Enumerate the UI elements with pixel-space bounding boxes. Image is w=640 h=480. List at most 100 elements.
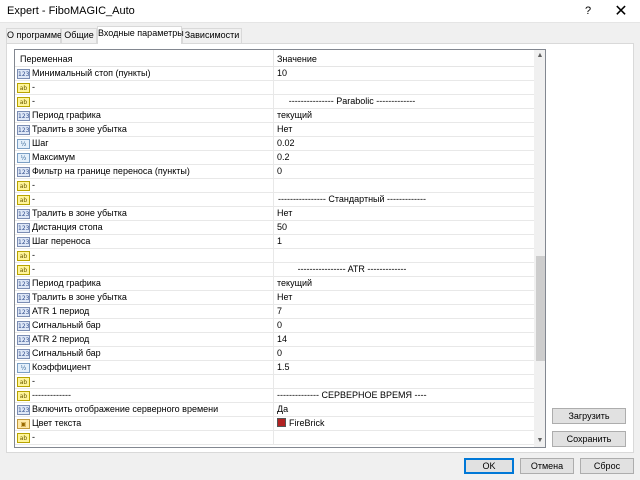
parameter-row[interactable]: ab -: [15, 179, 534, 193]
string-type-icon: ab: [17, 195, 30, 205]
parameter-row[interactable]: ab -: [15, 431, 534, 445]
color-swatch: [277, 418, 286, 427]
save-button[interactable]: Сохранить: [552, 431, 626, 447]
scroll-down-arrow-icon[interactable]: ▼: [534, 435, 545, 447]
parameter-row[interactable]: 123 Дистанция стопа 50: [15, 221, 534, 235]
parameter-row[interactable]: ab -: [15, 81, 534, 95]
cell-divider: [273, 207, 274, 221]
cell-divider: [273, 81, 274, 95]
string-type-icon: ab: [17, 391, 30, 401]
help-button[interactable]: ?: [577, 0, 599, 23]
parameter-row[interactable]: 123 Минимальный стоп (пункты) 10: [15, 67, 534, 81]
tab-inputs[interactable]: Входные параметры: [97, 26, 184, 44]
parameter-value[interactable]: Нет: [277, 292, 532, 302]
cancel-button[interactable]: Отмена: [520, 458, 574, 474]
parameter-row[interactable]: 123 Сигнальный бар 0: [15, 347, 534, 361]
parameter-value[interactable]: ---------------- ATR -------------: [277, 264, 427, 274]
parameter-row[interactable]: 123 Фильтр на границе переноса (пункты) 0: [15, 165, 534, 179]
parameter-row[interactable]: 123 Шаг переноса 1: [15, 235, 534, 249]
parameter-value[interactable]: Нет: [277, 124, 532, 134]
parameter-value[interactable]: 0: [277, 166, 532, 176]
parameter-name: -: [32, 96, 35, 106]
parameter-value[interactable]: Да: [277, 404, 532, 414]
parameter-row[interactable]: ab ------------- -------------- СЕРВЕРНОЕ …: [15, 389, 534, 403]
parameter-row[interactable]: ▣ Цвет текста FireBrick: [15, 417, 534, 431]
parameter-row[interactable]: 123 Период графика текущий: [15, 277, 534, 291]
parameter-name: -: [32, 432, 35, 442]
parameters-grid: Переменная Значение 123 Минимальный стоп …: [14, 49, 546, 448]
parameter-row[interactable]: ½ Шаг 0.02: [15, 137, 534, 151]
parameter-value[interactable]: 0.02: [277, 138, 532, 148]
parameter-row[interactable]: 123 Включить отображение серверного време…: [15, 403, 534, 417]
parameter-row[interactable]: ab -: [15, 249, 534, 263]
parameter-value[interactable]: текущий: [277, 110, 532, 120]
cell-divider: [273, 193, 274, 207]
vertical-scrollbar[interactable]: ▲ ▼: [534, 50, 545, 447]
cell-divider: [273, 249, 274, 263]
close-button[interactable]: ✕: [604, 0, 638, 23]
parameter-name: Сигнальный бар: [32, 348, 101, 358]
parameter-value[interactable]: 1.5: [277, 362, 532, 372]
load-button[interactable]: Загрузить: [552, 408, 626, 424]
cell-divider: [273, 291, 274, 305]
double-type-icon: ½: [17, 363, 30, 373]
parameter-row[interactable]: 123 Тралить в зоне убытка Нет: [15, 207, 534, 221]
parameter-row[interactable]: 123 ATR 1 период 7: [15, 305, 534, 319]
parameter-row[interactable]: 123 Тралить в зоне убытка Нет: [15, 291, 534, 305]
integer-type-icon: 123: [17, 111, 30, 121]
string-type-icon: ab: [17, 181, 30, 191]
parameter-row[interactable]: ab - --------------- Parabolic -----------…: [15, 95, 534, 109]
column-divider[interactable]: [273, 50, 274, 67]
parameter-value[interactable]: -------------- СЕРВЕРНОЕ ВРЕМЯ ---------…: [277, 390, 427, 400]
parameter-row[interactable]: 123 Тралить в зоне убытка Нет: [15, 123, 534, 137]
parameter-value[interactable]: 7: [277, 306, 532, 316]
parameter-name: -: [32, 82, 35, 92]
parameter-value[interactable]: текущий: [277, 278, 532, 288]
cell-divider: [273, 67, 274, 81]
parameter-value[interactable]: 10: [277, 68, 532, 78]
parameter-value[interactable]: 50: [277, 222, 532, 232]
parameter-row[interactable]: ab -: [15, 375, 534, 389]
cell-divider: [273, 165, 274, 179]
parameter-value[interactable]: FireBrick: [277, 418, 532, 428]
string-type-icon: ab: [17, 377, 30, 387]
parameter-value[interactable]: 0: [277, 320, 532, 330]
parameter-value[interactable]: Нет: [277, 208, 532, 218]
cell-divider: [273, 389, 274, 403]
parameter-value[interactable]: 0.2: [277, 152, 532, 162]
integer-type-icon: 123: [17, 279, 30, 289]
cell-divider: [273, 151, 274, 165]
parameter-row[interactable]: 123 Сигнальный бар 0: [15, 319, 534, 333]
tab-about[interactable]: О программе: [6, 28, 62, 43]
parameter-value[interactable]: 14: [277, 334, 532, 344]
title-bar: Expert - FiboMAGIC_Auto ? ✕: [0, 0, 640, 23]
cell-divider: [273, 95, 274, 109]
scroll-thumb[interactable]: [536, 256, 545, 361]
parameter-row[interactable]: 123 Период графика текущий: [15, 109, 534, 123]
tab-dependencies[interactable]: Зависимости: [182, 28, 242, 43]
color-name: FireBrick: [289, 418, 325, 428]
parameter-value[interactable]: 1: [277, 236, 532, 246]
parameter-row[interactable]: ab - ---------------- ATR -------------: [15, 263, 534, 277]
cell-divider: [273, 179, 274, 193]
parameter-row[interactable]: 123 ATR 2 период 14: [15, 333, 534, 347]
parameter-row[interactable]: ½ Коэффициент 1.5: [15, 361, 534, 375]
column-header-value[interactable]: Значение: [277, 54, 317, 64]
cell-divider: [273, 123, 274, 137]
parameter-row[interactable]: ab - ---------------- Стандартный --------…: [15, 193, 534, 207]
parameter-value[interactable]: --------------- Parabolic -------------: [277, 96, 427, 106]
window-title: Expert - FiboMAGIC_Auto: [7, 5, 135, 17]
parameter-row[interactable]: ½ Максимум 0.2: [15, 151, 534, 165]
color-type-icon: ▣: [17, 419, 30, 429]
cell-divider: [273, 347, 274, 361]
scroll-up-arrow-icon[interactable]: ▲: [534, 50, 545, 62]
reset-button[interactable]: Сброс: [580, 458, 634, 474]
cell-divider: [273, 235, 274, 249]
double-type-icon: ½: [17, 153, 30, 163]
parameter-value[interactable]: ---------------- Стандартный -----------…: [277, 194, 427, 204]
tab-common[interactable]: Общие: [61, 28, 97, 43]
parameter-name: Цвет текста: [32, 418, 82, 428]
ok-button[interactable]: OK: [464, 458, 514, 474]
column-header-variable[interactable]: Переменная: [20, 54, 73, 64]
parameter-value[interactable]: 0: [277, 348, 532, 358]
